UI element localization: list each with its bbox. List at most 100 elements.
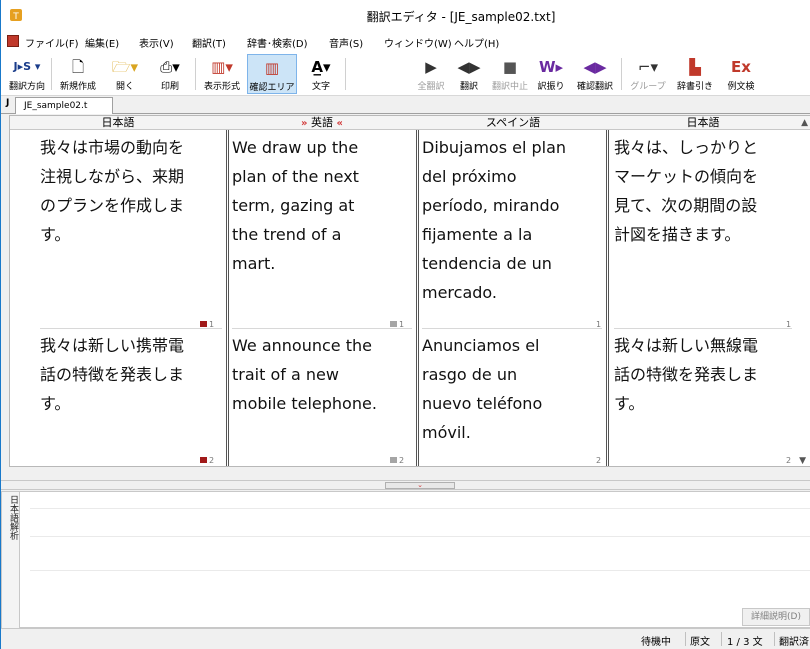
sentence-marker[interactable]: 2	[390, 456, 404, 465]
status-bar: 待機中 原文 1 / 3 文 翻訳済	[1, 628, 810, 649]
text-line: 話の特徴を発表しま	[614, 365, 759, 384]
confirm-translate-label: 確認翻訳	[576, 82, 613, 92]
translation-direction-button[interactable]: J▸S ▾ 翻訳方向	[5, 54, 49, 94]
title-bar: T 翻訳エディタ - [JE_sample02.txt]	[1, 0, 810, 32]
column-divider[interactable]	[606, 130, 609, 466]
translate-label: 翻訳	[459, 82, 478, 92]
text-line: mart.	[232, 254, 276, 273]
document-tab[interactable]: JE_sample02.t	[15, 97, 113, 114]
document-tab-bar: J JE_sample02.t	[1, 96, 810, 114]
translate-button[interactable]: ◀▶ 翻訳	[451, 54, 487, 94]
text-line: のプランを作成しま	[40, 196, 185, 215]
text-line: mobile telephone.	[232, 394, 377, 413]
translation-grid[interactable]: 日本語 » 英語 « スペイン語 日本語 ▲ 我々は市場の動向を 注視しながら、…	[9, 115, 810, 467]
print-button[interactable]: ⎙▾ 印刷	[149, 54, 191, 94]
direction-icon: J▸S ▾	[13, 60, 41, 73]
sentence-marker: 2	[786, 456, 791, 465]
sentence-number: 2	[399, 456, 405, 465]
menu-window[interactable]: ウィンドウ(W)	[384, 35, 452, 50]
target-cell-english[interactable]: We draw up the plan of the next term, ga…	[232, 133, 359, 278]
text-line: nuevo teléfono	[422, 394, 543, 413]
target-cell-english[interactable]: We announce the trait of a new mobile te…	[232, 331, 377, 418]
pane-splitter[interactable]: ⌄	[1, 480, 810, 490]
text-line: Dibujamos el plan	[422, 138, 567, 157]
new-document-button[interactable]: 🗋 新規作成	[55, 54, 101, 94]
document-type-icon: J	[6, 98, 10, 108]
display-format-button[interactable]: ▥▾ 表示形式	[199, 54, 245, 94]
window-title: 翻訳エディタ - [JE_sample02.txt]	[366, 10, 556, 24]
row-separator	[232, 328, 412, 329]
menu-translate[interactable]: 翻訳(T)	[192, 35, 226, 50]
status-separator	[685, 632, 686, 646]
back-translation-cell-japanese[interactable]: 我々は新しい無線電 話の特徴を発表しま す。	[614, 331, 758, 418]
reorder-button[interactable]: W▸ 訳振り	[533, 54, 569, 94]
target-cell-spanish[interactable]: Anunciamos el rasgo de un nuevo teléfono…	[422, 331, 542, 447]
japanese-analysis-pane: 日本語解析 詳細説明(D)	[1, 491, 810, 629]
text-line: del próximo	[422, 167, 517, 186]
sentence-number: 2	[596, 456, 602, 465]
open-button[interactable]: 🗁▾ 開く	[105, 54, 145, 94]
open-label: 開く	[115, 82, 134, 92]
menu-help[interactable]: ヘルプ(H)	[454, 35, 499, 50]
document-menu-icon[interactable]	[7, 35, 19, 47]
row-separator	[40, 328, 222, 329]
text-line: Anunciamos el	[422, 336, 540, 355]
text-line: fijamente a la	[422, 225, 533, 244]
scroll-up-icon[interactable]: ▲	[801, 118, 808, 128]
back-translation-cell-japanese[interactable]: 我々は、しっかりと マーケットの傾向を 見て、次の期間の設 計図を描きます。	[614, 133, 758, 249]
collapse-chevron-icon[interactable]: ⌄	[385, 482, 455, 489]
font-button[interactable]: A̲▾ 文字	[301, 54, 341, 94]
row-separator	[614, 328, 792, 329]
menu-file[interactable]: ファイル(F)	[25, 35, 79, 50]
column-header-english[interactable]: » 英語 «	[228, 116, 416, 130]
target-cell-spanish[interactable]: Dibujamos el plan del próximo período, m…	[422, 133, 566, 307]
example-search-button[interactable]: Ex 例文検	[719, 54, 763, 94]
text-line: rasgo de un	[422, 365, 518, 384]
text-line: 見て、次の期間の設	[614, 196, 758, 215]
menu-dictionary-search[interactable]: 辞書･検索(D)	[247, 35, 308, 50]
menu-edit[interactable]: 編集(E)	[85, 35, 119, 50]
dictionary-lookup-button[interactable]: ▙ 辞書引き	[673, 54, 717, 94]
printer-icon: ⎙▾	[160, 58, 180, 76]
sentence-marker[interactable]: 2	[200, 456, 214, 465]
example-search-label: 例文検	[727, 82, 755, 92]
stop-translation-button[interactable]: ■ 翻訳中止	[489, 54, 531, 94]
confirm-translate-icon: ◀▶	[583, 58, 607, 76]
row-separator	[422, 328, 602, 329]
reorder-label: 訳振り	[537, 82, 565, 92]
detail-explanation-button[interactable]: 詳細説明(D)	[742, 608, 810, 626]
source-cell-japanese[interactable]: 我々は市場の動向を 注視しながら、来期 のプランを作成しま す。	[40, 133, 184, 249]
document-tab-label: JE_sample02.t	[24, 101, 88, 111]
source-cell-japanese[interactable]: 我々は新しい携帯電 話の特徴を発表しま す。	[40, 331, 184, 418]
stop-icon: ■	[502, 58, 518, 76]
group-button[interactable]: ⌐▾ グループ	[625, 54, 671, 94]
text-line: trait of a new	[232, 365, 339, 384]
menu-bar: ファイル(F) 編集(E) 表示(V) 翻訳(T) 辞書･検索(D) 音声(S)…	[1, 32, 810, 52]
status-position: 1 / 3 文	[727, 637, 763, 648]
column-header-japanese-back[interactable]: 日本語	[610, 116, 796, 130]
dictionary-icon: ▙	[689, 58, 701, 76]
text-line: the trend of a	[232, 225, 342, 244]
text-line: 我々は市場の動向を	[40, 138, 185, 157]
dictionary-lookup-label: 辞書引き	[676, 82, 713, 92]
column-header-japanese[interactable]: 日本語	[10, 116, 226, 130]
confirm-area-button[interactable]: ▥ 確認エリア	[247, 54, 297, 94]
analysis-side-tab[interactable]: 日本語解析	[2, 492, 20, 629]
menu-audio[interactable]: 音声(S)	[329, 35, 363, 50]
menu-view[interactable]: 表示(V)	[139, 35, 174, 50]
translate-all-button[interactable]: ▶ 全翻訳	[413, 54, 449, 94]
text-line: móvil.	[422, 423, 471, 442]
column-header-spanish[interactable]: スペイン語	[418, 116, 608, 130]
confirm-translate-button[interactable]: ◀▶ 確認翻訳	[573, 54, 617, 94]
column-headers: 日本語 » 英語 « スペイン語 日本語 ▲	[10, 116, 810, 130]
translate-all-label: 全翻訳	[417, 82, 445, 92]
text-line: す。	[40, 394, 71, 413]
scroll-down-icon[interactable]: ▼	[799, 456, 806, 466]
stop-translation-label: 翻訳中止	[491, 82, 528, 92]
column-divider[interactable]	[226, 130, 229, 466]
font-icon: A̲▾	[311, 58, 331, 76]
example-icon: Ex	[731, 58, 751, 76]
column-divider[interactable]	[416, 130, 419, 466]
toolbar-separator	[51, 58, 52, 90]
bookmark-flag-icon	[390, 457, 397, 463]
